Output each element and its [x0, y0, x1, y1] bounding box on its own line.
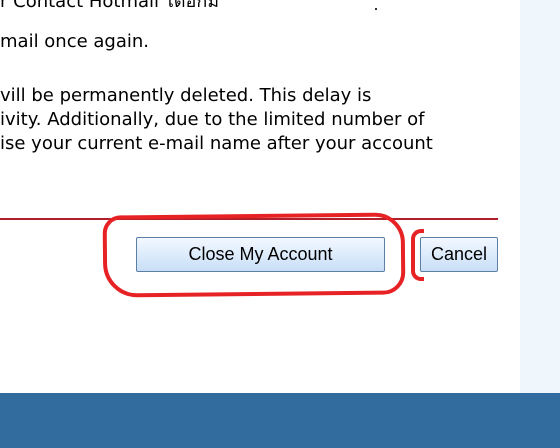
instruction-line-1: mail once again. [0, 31, 150, 52]
warning-line-1: vill be permanently deleted. This delay … [0, 85, 372, 106]
account-closure-page: r Contact Hotmail ได้อีกมี mail once aga… [0, 0, 560, 448]
warning-line-3: ise your current e-mail name after your … [0, 133, 433, 154]
highlight-annotation [102, 212, 406, 298]
highlight-annotation-edge [411, 229, 424, 281]
cancel-button[interactable]: Cancel [420, 237, 498, 272]
right-panel [520, 0, 560, 393]
warning-line-2: ivity. Additionally, due to the limited … [0, 109, 425, 130]
stray-mark [375, 8, 377, 10]
bottom-bar [0, 393, 560, 448]
partial-top-text: r Contact Hotmail ได้อีกมี [0, 0, 220, 12]
